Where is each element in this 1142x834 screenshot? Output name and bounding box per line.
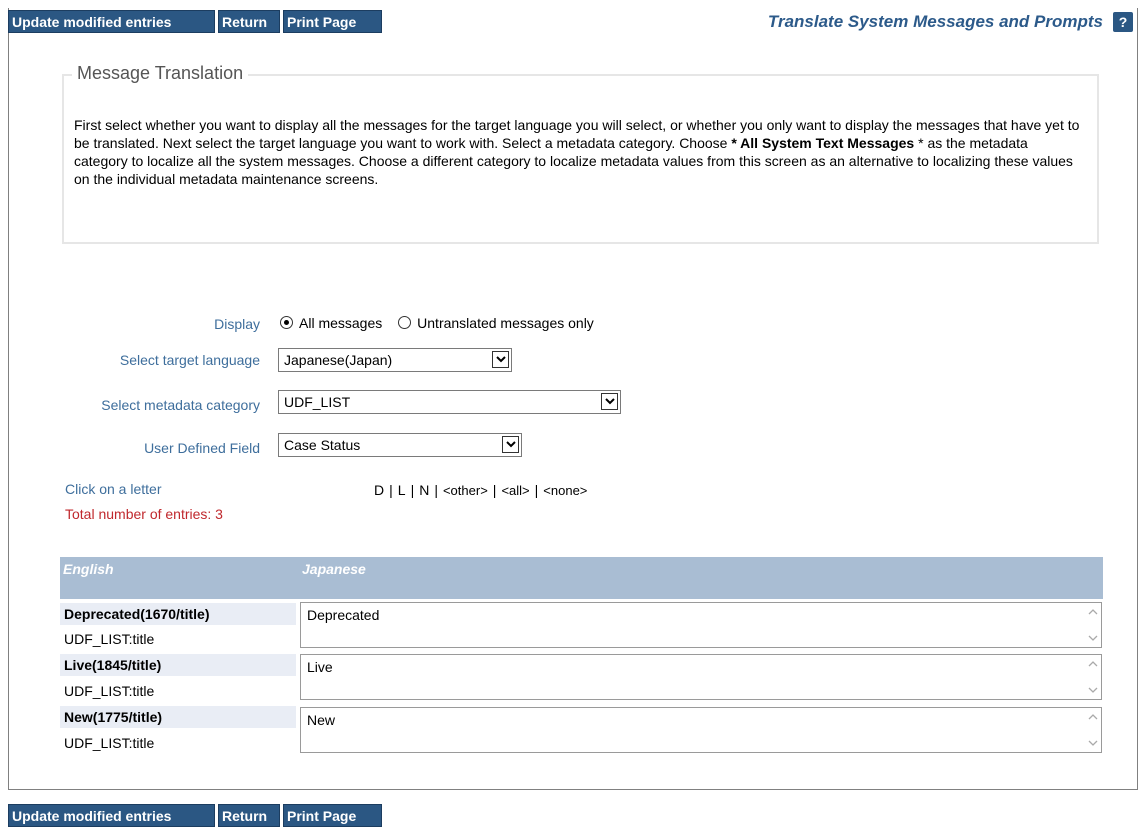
udf-label: User Defined Field	[144, 440, 260, 456]
display-radio-group: All messages Untranslated messages only	[280, 315, 606, 335]
all-link[interactable]: <all>	[501, 483, 529, 498]
return-button[interactable]: Return	[218, 10, 280, 33]
target-language-label: Select target language	[119, 352, 260, 368]
separator: |	[492, 482, 497, 498]
table-row-name: Deprecated(1670/title)	[60, 603, 296, 625]
print-page-button-bottom[interactable]: Print Page	[283, 804, 382, 827]
message-translation-panel: Message Translation First select whether…	[62, 63, 1099, 244]
instructions-text: First select whether you want to display…	[74, 116, 1084, 188]
translation-input[interactable]: Live	[300, 654, 1102, 700]
scroll-down-icon	[1088, 687, 1098, 693]
metadata-category-label: Select metadata category	[101, 397, 260, 413]
textarea-scrollbar[interactable]	[1087, 711, 1099, 749]
page-title: Translate System Messages and Prompts	[767, 12, 1103, 31]
bottom-toolbar: Update modified entries Return Print Pag…	[8, 804, 1139, 832]
table-row-category: UDF_LIST:title	[64, 631, 155, 647]
table-row-name: Live(1845/title)	[60, 654, 296, 676]
table-row-name: New(1775/title)	[60, 706, 296, 728]
textarea-scrollbar[interactable]	[1087, 606, 1099, 644]
panel-legend: Message Translation	[72, 63, 249, 84]
column-header-japanese: Japanese	[302, 561, 366, 577]
scroll-up-icon	[1088, 714, 1098, 720]
udf-select[interactable]: Case Status	[278, 433, 522, 457]
translation-input[interactable]: New	[300, 707, 1102, 753]
target-language-select[interactable]: Japanese(Japan)	[278, 348, 512, 372]
chevron-down-icon	[492, 351, 509, 368]
scroll-down-icon	[1088, 635, 1098, 641]
total-entries: Total number of entries: 3	[65, 506, 223, 522]
metadata-category-select[interactable]: UDF_LIST	[278, 390, 621, 414]
display-label: Display	[214, 316, 260, 332]
all-messages-radio-label[interactable]: All messages	[299, 315, 382, 331]
top-toolbar: Update modified entries Return Print Pag…	[8, 8, 1139, 36]
translation-value: Deprecated	[307, 607, 380, 623]
instructions-bold: * All System Text Messages	[731, 135, 915, 151]
untranslated-only-radio-label[interactable]: Untranslated messages only	[417, 315, 594, 331]
return-button-bottom[interactable]: Return	[218, 804, 280, 827]
table-row-category: UDF_LIST:title	[64, 735, 155, 751]
other-link[interactable]: <other>	[443, 483, 488, 498]
textarea-scrollbar[interactable]	[1087, 658, 1099, 696]
separator: |	[410, 482, 415, 498]
chevron-down-icon	[502, 436, 519, 453]
letter-filter: D | L | N | <other> | <all> | <none>	[374, 482, 587, 498]
chevron-down-icon	[601, 393, 618, 410]
translation-value: Live	[307, 659, 333, 675]
translation-value: New	[307, 712, 336, 728]
all-messages-radio[interactable]	[280, 315, 293, 329]
translation-input[interactable]: Deprecated	[300, 602, 1102, 648]
none-link[interactable]: <none>	[543, 483, 587, 498]
update-entries-button-bottom[interactable]: Update modified entries	[8, 804, 215, 827]
help-button[interactable]: ?	[1113, 12, 1133, 32]
update-entries-button[interactable]: Update modified entries	[8, 10, 215, 33]
scroll-down-icon	[1088, 740, 1098, 746]
target-language-value: Japanese(Japan)	[284, 352, 393, 368]
print-page-button[interactable]: Print Page	[283, 10, 382, 33]
untranslated-only-radio[interactable]	[398, 315, 412, 329]
metadata-category-value: UDF_LIST	[284, 394, 351, 410]
separator: |	[389, 482, 393, 498]
table-row-category: UDF_LIST:title	[64, 683, 155, 699]
letter-n-link[interactable]: N	[419, 482, 429, 498]
column-header-english: English	[63, 561, 114, 577]
table-header: English Japanese	[60, 557, 1103, 599]
separator: |	[434, 482, 438, 498]
separator: |	[534, 482, 539, 498]
click-letter-label: Click on a letter	[65, 481, 162, 497]
scroll-up-icon	[1088, 609, 1098, 615]
letter-d-link[interactable]: D	[374, 482, 384, 498]
letter-l-link[interactable]: L	[398, 482, 406, 498]
udf-value: Case Status	[284, 437, 361, 453]
scroll-up-icon	[1088, 661, 1098, 667]
